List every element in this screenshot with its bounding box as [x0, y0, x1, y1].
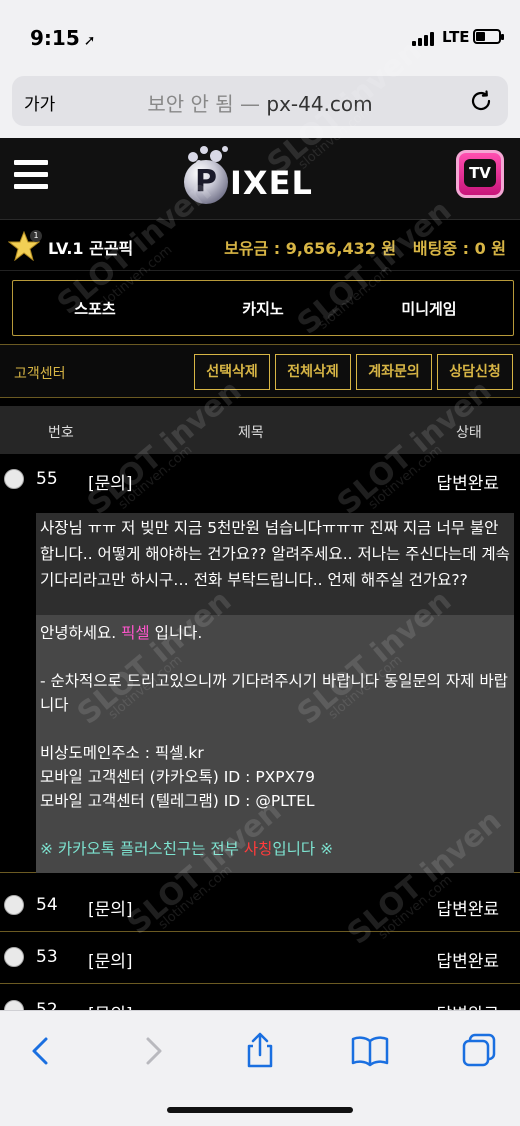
signal-icon	[412, 30, 438, 46]
greeting-prefix: 안녕하세요.	[40, 624, 117, 642]
domain-line: 비상도메인주소 : 픽셀.kr	[40, 744, 204, 762]
url-separator: —	[233, 92, 267, 116]
answer-body: - 순차적으로 드리고있으니까 기다려주시기 바랍니다 동일문의 자제 바랍니다	[40, 672, 508, 714]
row-checkbox[interactable]	[4, 947, 24, 967]
main-nav: 스포츠 카지노 미니게임	[12, 280, 514, 336]
telegram-line: 모바일 고객센터 (텔레그램) ID : @PLTEL	[40, 792, 315, 810]
status-bar: 9:15 ➚ LTE	[0, 0, 520, 70]
logo-letter: P	[195, 164, 217, 199]
balance-info: 보유금 : 9,656,432 원 배팅중 : 0 원	[224, 235, 506, 259]
header-status: 상태	[456, 425, 482, 441]
clock-text: 9:15	[30, 26, 80, 50]
account-inquiry-button[interactable]: 계좌문의	[356, 354, 432, 390]
reload-icon[interactable]	[468, 88, 494, 114]
share-icon[interactable]	[240, 1031, 280, 1071]
menu-icon[interactable]	[14, 160, 48, 192]
tabs-icon[interactable]	[460, 1031, 500, 1071]
row-category[interactable]: [문의]	[88, 947, 133, 972]
balance-label: 보유금 : 9,656,432 원	[224, 239, 397, 258]
battery-icon	[473, 29, 504, 44]
logo-text: IXEL	[230, 164, 313, 202]
table-header: 번호 제목 상태	[0, 406, 520, 454]
logo-ball-icon: P	[184, 160, 228, 204]
answer-greeting: 안녕하세요. 픽셀 입니다.	[40, 621, 510, 645]
impersonation-notice: ※ 카카오톡 플러스친구는 전부 사칭입니다 ※	[40, 837, 510, 861]
user-level[interactable]: LV.1 곤곤픽	[48, 235, 133, 259]
row-status: 답변완료	[436, 900, 499, 920]
row-category[interactable]: [문의]	[88, 895, 133, 920]
browser-url-area: 가가 보안 안 됨 — px-44.com	[0, 70, 520, 138]
home-indicator[interactable]	[167, 1107, 353, 1113]
header-title: 제목	[238, 425, 264, 441]
select-delete-button[interactable]: 선택삭제	[194, 354, 270, 390]
level-badge: 1	[30, 230, 42, 242]
customer-center-title: 고객센터	[14, 366, 66, 382]
location-arrow-icon: ➚	[83, 33, 96, 49]
row-number: 53	[36, 947, 58, 967]
notice-prefix: ※ 카카오톡 플러스친구는 전부	[40, 840, 239, 858]
domain-label: px-44.com	[266, 92, 373, 116]
row-checkbox[interactable]	[4, 469, 24, 489]
tv-label: TV	[464, 159, 496, 187]
row-status: 답변완료	[436, 952, 499, 972]
nav-item-minigame[interactable]: 미니게임	[349, 298, 509, 319]
pixel-logo[interactable]: P IXEL	[180, 146, 340, 212]
answer-box: 안녕하세요. 픽셀 입니다. - 순차적으로 드리고있으니까 기다려주시기 바랍…	[36, 615, 514, 873]
inquiry-detail: 사장님 ㅠㅠ 저 빚만 지금 5천만원 넘습니다ㅠㅠㅠ 진짜 지금 너무 불안합…	[0, 505, 520, 873]
site-header: P IXEL TV	[0, 138, 520, 220]
table-row[interactable]: 53 [문의] 답변완료	[0, 932, 520, 984]
notice-suffix: 입니다 ※	[272, 840, 334, 858]
question-text: 사장님 ㅠㅠ 저 빚만 지금 5천만원 넘습니다ㅠㅠㅠ 진짜 지금 너무 불안합…	[36, 513, 514, 615]
header-num: 번호	[48, 425, 74, 441]
betting-label: 배팅중 : 0 원	[412, 239, 506, 258]
table-row[interactable]: 55 [문의] 답변완료	[0, 454, 520, 506]
consult-request-button[interactable]: 상담신청	[437, 354, 513, 390]
nav-item-casino[interactable]: 카지노	[183, 298, 343, 319]
network-label: LTE	[442, 28, 470, 46]
url-text[interactable]: 보안 안 됨 — px-44.com	[12, 88, 508, 117]
kakao-line: 모바일 고객센터 (카카오톡) ID : PXPX79	[40, 768, 315, 786]
row-checkbox[interactable]	[4, 895, 24, 915]
row-status: 답변완료	[436, 474, 499, 494]
row-number: 55	[36, 469, 58, 489]
tv-button[interactable]: TV	[456, 150, 504, 198]
forward-icon[interactable]	[132, 1031, 172, 1071]
row-category[interactable]: [문의]	[88, 469, 133, 494]
bookmarks-icon[interactable]	[350, 1031, 390, 1071]
back-icon[interactable]	[22, 1031, 62, 1071]
greeting-suffix: 입니다.	[154, 624, 203, 642]
customer-center-bar: 고객센터 선택삭제 전체삭제 계좌문의 상담신청	[0, 344, 520, 398]
user-info-bar: 1 LV.1 곤곤픽 보유금 : 9,656,432 원 배팅중 : 0 원	[0, 221, 520, 271]
notice-highlight: 사칭	[243, 840, 273, 858]
greeting-brand: 픽셀	[121, 624, 150, 642]
table-row[interactable]: 54 [문의] 답변완료	[0, 880, 520, 932]
url-bar[interactable]: 가가 보안 안 됨 — px-44.com	[12, 76, 508, 126]
status-time: 9:15 ➚	[30, 26, 95, 50]
nav-item-sports[interactable]: 스포츠	[15, 298, 175, 319]
delete-all-button[interactable]: 전체삭제	[275, 354, 351, 390]
row-number: 54	[36, 895, 58, 915]
security-label: 보안 안 됨	[147, 92, 234, 116]
